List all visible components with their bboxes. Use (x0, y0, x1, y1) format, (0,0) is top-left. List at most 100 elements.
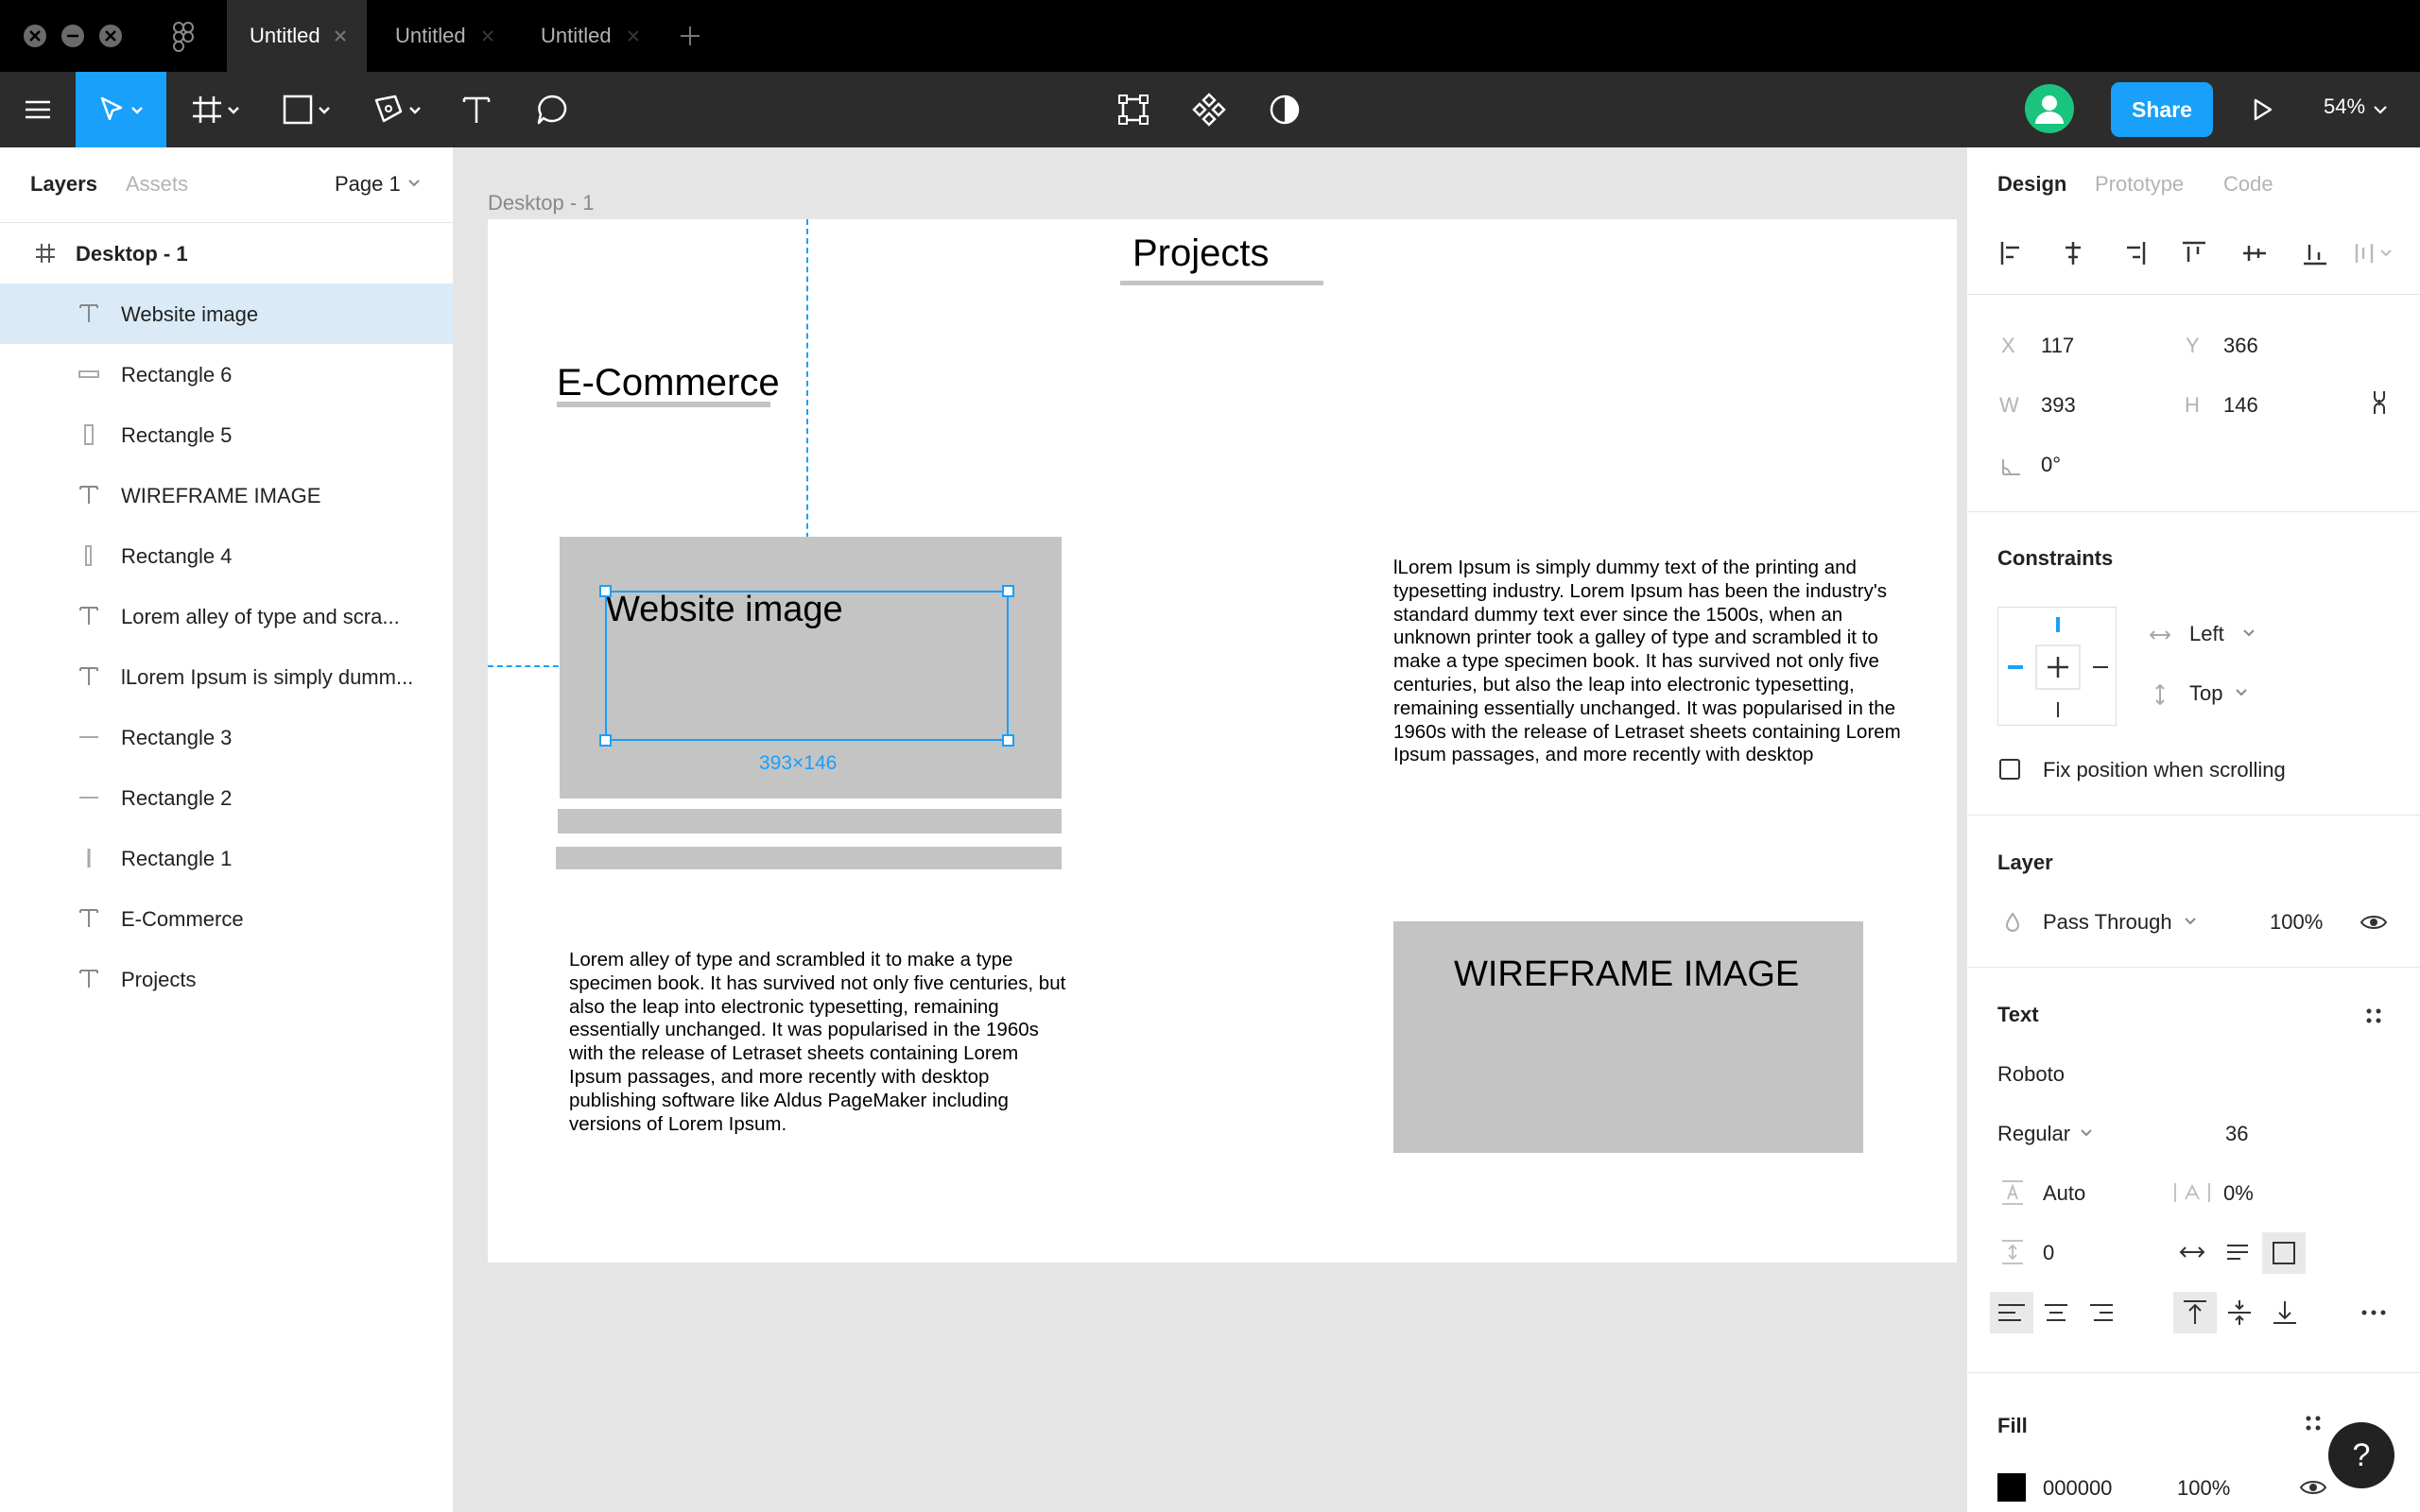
edit-object-icon[interactable] (1112, 72, 1155, 147)
letter-spacing-input[interactable]: 0% (2223, 1181, 2254, 1206)
present-play-icon[interactable] (2240, 72, 2284, 147)
layer-row[interactable]: Rectangle 6 (0, 344, 454, 404)
chevron-down-icon[interactable] (2241, 626, 2256, 641)
font-family-select[interactable]: Roboto (1997, 1062, 2065, 1087)
width-input[interactable]: 393 (2041, 393, 2076, 418)
fill-styles-icon[interactable] (2298, 1408, 2328, 1438)
fill-opacity-input[interactable]: 100% (2177, 1476, 2230, 1501)
close-tab-icon[interactable] (329, 25, 352, 47)
close-window-icon[interactable] (24, 25, 46, 47)
layer-row[interactable]: Website image (0, 284, 454, 344)
figma-logo-icon[interactable] (170, 21, 199, 53)
font-weight-select[interactable]: Regular (1997, 1122, 2070, 1146)
align-horizontal-center-icon[interactable] (2058, 238, 2088, 268)
layer-opacity-input[interactable]: 100% (2270, 910, 2323, 935)
height-input[interactable]: 146 (2223, 393, 2258, 418)
layer-row[interactable]: E-Commerce (0, 888, 454, 949)
close-tab-icon[interactable] (622, 25, 645, 47)
ecommerce-underline[interactable] (557, 402, 770, 407)
rectangle-bar[interactable] (556, 847, 1062, 869)
main-menu-icon[interactable] (0, 72, 76, 147)
resize-handle[interactable] (599, 585, 612, 597)
align-right-icon[interactable] (2118, 238, 2149, 268)
layer-row[interactable]: Rectangle 3 (0, 707, 454, 767)
y-input[interactable]: 366 (2223, 334, 2258, 358)
comment-tool-icon[interactable] (526, 72, 579, 147)
align-top-icon[interactable] (2179, 238, 2209, 268)
layer-row[interactable]: Lorem alley of type and scra... (0, 586, 454, 646)
align-left-icon[interactable] (1997, 238, 2028, 268)
layer-row[interactable]: WIREFRAME IMAGE (0, 465, 454, 525)
text-align-right-icon[interactable] (2086, 1297, 2117, 1328)
rectangle-bar[interactable] (558, 809, 1062, 833)
zoom-level[interactable]: 54% (2324, 94, 2365, 119)
tab-code[interactable]: Code (2223, 172, 2273, 197)
share-button[interactable]: Share (2111, 82, 2213, 137)
layer-row[interactable]: Rectangle 2 (0, 767, 454, 828)
ecommerce-heading[interactable]: E-Commerce (557, 362, 780, 404)
auto-width-icon[interactable] (2177, 1237, 2207, 1267)
wireframe-image-text[interactable]: WIREFRAME IMAGE (1454, 954, 1799, 995)
help-button[interactable]: ? (2328, 1422, 2394, 1488)
chevron-down-icon[interactable] (2183, 914, 2198, 929)
resize-handle[interactable] (1002, 734, 1014, 747)
rectangle-tool-icon[interactable] (270, 72, 346, 147)
vertical-constraint-select[interactable]: Top (2189, 681, 2222, 706)
text-align-left-icon[interactable] (1990, 1292, 2033, 1333)
zoom-chevron-icon[interactable] (2371, 100, 2390, 119)
paragraph-spacing-input[interactable]: 0 (2043, 1241, 2054, 1265)
layer-row[interactable]: Rectangle 4 (0, 525, 454, 586)
fill-eye-icon[interactable] (2298, 1472, 2328, 1503)
horizontal-constraint-select[interactable]: Left (2189, 622, 2224, 646)
vertical-align-bottom-icon[interactable] (2270, 1297, 2300, 1328)
rotation-input[interactable]: 0° (2041, 453, 2061, 477)
fixed-size-icon[interactable] (2262, 1232, 2306, 1274)
page-selector[interactable]: Page 1 (335, 172, 401, 197)
layer-row[interactable]: Projects (0, 949, 454, 1009)
vertical-align-top-icon[interactable] (2173, 1292, 2217, 1333)
x-input[interactable]: 117 (2041, 334, 2074, 358)
projects-heading[interactable]: Projects (1132, 232, 1270, 275)
constraints-widget[interactable] (1997, 607, 2117, 726)
text-styles-icon[interactable] (2359, 1001, 2389, 1031)
move-tool-icon[interactable] (76, 72, 166, 147)
chevron-down-icon[interactable] (2234, 685, 2249, 700)
frame-name-label[interactable]: Desktop - 1 (488, 191, 595, 215)
file-tab[interactable]: Untitled (372, 0, 514, 72)
distribute-icon[interactable] (2353, 238, 2398, 268)
text-align-center-icon[interactable] (2041, 1297, 2071, 1328)
close-tab-icon[interactable] (476, 25, 499, 47)
tab-prototype[interactable]: Prototype (2095, 172, 2184, 197)
font-size-input[interactable]: 36 (2225, 1122, 2248, 1146)
tab-assets[interactable]: Assets (126, 172, 188, 197)
file-tab[interactable]: Untitled (227, 0, 367, 72)
chevron-down-icon[interactable] (2079, 1125, 2094, 1141)
constrain-proportions-icon[interactable] (2364, 387, 2394, 418)
components-icon[interactable] (1187, 72, 1231, 147)
minimize-window-icon[interactable] (61, 25, 84, 47)
user-avatar[interactable] (2025, 84, 2074, 133)
tab-design[interactable]: Design (1997, 172, 2066, 197)
more-options-icon[interactable] (2359, 1297, 2389, 1328)
blend-mode-select[interactable]: Pass Through (2043, 910, 2172, 935)
auto-height-icon[interactable] (2222, 1237, 2253, 1267)
chevron-down-icon[interactable] (406, 176, 422, 191)
resize-handle[interactable] (1002, 585, 1014, 597)
fill-hex-input[interactable]: 000000 (2043, 1476, 2112, 1501)
layer-row[interactable]: Rectangle 1 (0, 828, 454, 888)
lorem-text-left[interactable]: Lorem alley of type and scrambled it to … (569, 949, 1070, 1136)
line-height-input[interactable]: Auto (2043, 1181, 2085, 1206)
fill-color-swatch[interactable] (1997, 1473, 2026, 1502)
vertical-align-middle-icon[interactable] (2224, 1297, 2255, 1328)
layer-row[interactable]: Rectangle 5 (0, 404, 454, 465)
fix-position-label[interactable]: Fix position when scrolling (2043, 758, 2286, 782)
layer-row-frame[interactable]: Desktop - 1 (0, 223, 454, 284)
mask-icon[interactable] (1263, 72, 1306, 147)
new-tab-icon[interactable] (677, 23, 703, 49)
align-bottom-icon[interactable] (2300, 238, 2330, 268)
lorem-text-right[interactable]: lLorem Ipsum is simply dummy text of the… (1393, 557, 1918, 767)
resize-handle[interactable] (599, 734, 612, 747)
fullscreen-window-icon[interactable] (99, 25, 122, 47)
layer-row[interactable]: lLorem Ipsum is simply dumm... (0, 646, 454, 707)
align-vertical-center-icon[interactable] (2239, 238, 2270, 268)
